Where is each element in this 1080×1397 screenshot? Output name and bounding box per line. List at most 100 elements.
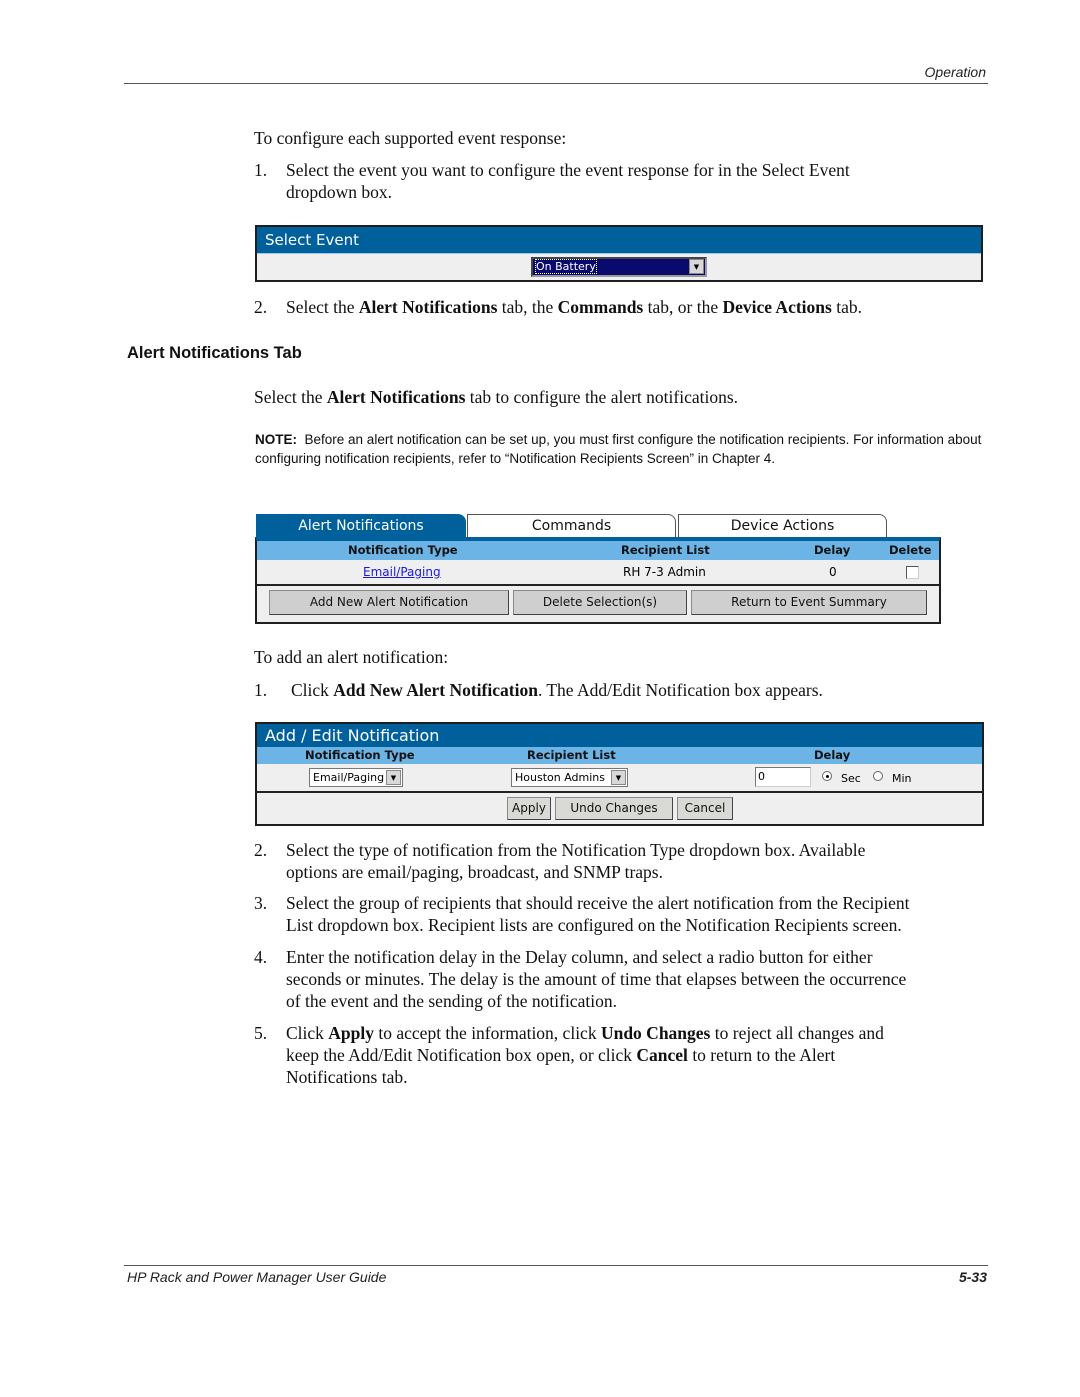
- recipient-list-dropdown[interactable]: Houston Admins ▼: [511, 768, 628, 787]
- step-number: 3.: [254, 893, 268, 913]
- text-run: Select the: [254, 387, 327, 407]
- tab-commands[interactable]: Commands: [467, 514, 676, 538]
- footer-rule: [124, 1265, 988, 1266]
- text-run: to return to the Alert: [687, 1045, 836, 1065]
- section-heading: Alert Notifications Tab: [127, 344, 302, 362]
- footer-guide-title: HP Rack and Power Manager User Guide: [127, 1269, 387, 1285]
- cancel-button[interactable]: Cancel: [677, 797, 733, 820]
- step-text: Click Add New Alert Notification. The Ad…: [291, 679, 823, 701]
- intro-lead: To configure each supported event respon…: [254, 128, 567, 148]
- step-text-line: keep the Add/Edit Notification box open,…: [286, 1044, 835, 1066]
- table-header: Notification Type Recipient List Delay D…: [257, 541, 939, 560]
- column-header: Delay: [814, 543, 851, 557]
- bold-run: Apply: [328, 1023, 375, 1043]
- bold-run: Undo Changes: [600, 1023, 711, 1043]
- footer-page-number: 5-33: [958, 1269, 987, 1285]
- step-text-line: Enter the notification delay in the Dela…: [286, 947, 873, 967]
- add-step-2: 2. Select the type of notification from …: [254, 839, 994, 883]
- text-run: tab to configure the alert notifications…: [465, 387, 739, 407]
- column-header: Recipient List: [621, 543, 710, 557]
- return-to-event-summary-button[interactable]: Return to Event Summary: [691, 590, 927, 615]
- select-event-dropdown[interactable]: On Battery ▼: [531, 257, 707, 277]
- select-event-panel: Select Event On Battery ▼: [255, 225, 983, 282]
- text-run: Click: [291, 680, 334, 700]
- step-text-line: seconds or minutes. The delay is the amo…: [286, 969, 907, 989]
- step-text-line: Select the type of notification from the…: [286, 840, 866, 860]
- add-step-3: 3. Select the group of recipients that s…: [254, 892, 994, 936]
- bold-run: Alert Notifications: [326, 387, 466, 407]
- bold-run: Cancel: [636, 1045, 688, 1065]
- step-number: 1.: [254, 160, 268, 180]
- bold-run: Add New Alert Notification: [333, 680, 538, 700]
- text-run: . The Add/Edit Notification box appears.: [537, 680, 823, 700]
- intro-step-2: 2. Select the Alert Notifications tab, t…: [254, 296, 994, 318]
- text-run: Select the: [286, 297, 359, 317]
- step-text-line: Notifications tab.: [286, 1067, 408, 1087]
- min-label: Min: [892, 772, 912, 785]
- bold-run: Device Actions: [722, 297, 832, 317]
- table-header: Notification Type Recipient List Delay: [257, 747, 982, 764]
- column-header: Recipient List: [527, 748, 616, 762]
- delete-checkbox[interactable]: [906, 566, 919, 579]
- dropdown-value: Email/Paging: [313, 771, 385, 784]
- running-header: Operation: [924, 64, 986, 80]
- column-header: Delete: [889, 543, 932, 557]
- sec-radio[interactable]: [822, 771, 832, 781]
- min-radio[interactable]: [873, 771, 883, 781]
- note-text: Before an alert notification can be set …: [255, 432, 982, 466]
- dropdown-value: On Battery: [535, 259, 597, 274]
- add-step-4: 4. Enter the notification delay in the D…: [254, 946, 994, 1012]
- sec-label: Sec: [841, 772, 861, 785]
- step-text-line: Select the group of recipients that shou…: [286, 893, 910, 913]
- intro-step-1: 1. Select the event you want to configur…: [254, 159, 994, 203]
- column-header: Notification Type: [348, 543, 458, 557]
- column-header: Delay: [814, 748, 851, 762]
- section-intro: Select the Alert Notifications tab to co…: [254, 386, 738, 408]
- button-row: Add New Alert Notification Delete Select…: [257, 586, 939, 622]
- step-text-line: options are email/paging, broadcast, and…: [286, 862, 663, 882]
- text-run: to accept the information, click: [374, 1023, 601, 1043]
- bold-run: Commands: [557, 297, 644, 317]
- note-block: NOTE: Before an alert notification can b…: [255, 431, 990, 468]
- text-run: Click: [286, 1023, 329, 1043]
- alert-notifications-panel: Notification Type Recipient List Delay D…: [255, 537, 941, 624]
- note-label: NOTE:: [255, 432, 297, 447]
- text-run: tab, or the: [643, 297, 723, 317]
- edit-row: Email/Paging ▼ Houston Admins ▼ 0 Sec Mi…: [257, 764, 982, 793]
- delay-input[interactable]: 0: [755, 767, 811, 787]
- column-header: Notification Type: [305, 748, 415, 762]
- table-row: Email/Paging RH 7-3 Admin 0: [257, 560, 939, 586]
- step-text-line: dropdown box.: [286, 182, 392, 202]
- step-text: Select the Alert Notifications tab, the …: [286, 296, 862, 318]
- step-text-line: Click Apply to accept the information, c…: [286, 1022, 884, 1044]
- panel-title: Add / Edit Notification: [257, 724, 982, 747]
- dropdown-value: Houston Admins: [515, 771, 606, 784]
- chevron-down-icon[interactable]: ▼: [611, 770, 626, 785]
- add-edit-notification-panel: Add / Edit Notification Notification Typ…: [255, 722, 984, 826]
- add-lead: To add an alert notification:: [254, 647, 449, 667]
- add-step-1: 1. Click Add New Alert Notification. The…: [254, 679, 994, 701]
- tab-alert-notifications[interactable]: Alert Notifications: [256, 514, 466, 538]
- text-run: to reject all changes and: [710, 1023, 884, 1043]
- step-text-line: Select the event you want to configure t…: [286, 160, 850, 180]
- button-row: Apply Undo Changes Cancel: [257, 793, 982, 824]
- text-run: tab.: [831, 297, 862, 317]
- add-step-5: 5. Click Apply to accept the information…: [254, 1022, 994, 1088]
- step-number: 2.: [254, 840, 268, 860]
- notification-type-dropdown[interactable]: Email/Paging ▼: [309, 768, 403, 787]
- delete-selections-button[interactable]: Delete Selection(s): [513, 590, 687, 615]
- notification-type-link[interactable]: Email/Paging: [363, 565, 441, 579]
- step-text-line: of the event and the sending of the noti…: [286, 991, 617, 1011]
- add-new-alert-notification-button[interactable]: Add New Alert Notification: [269, 590, 509, 615]
- undo-changes-button[interactable]: Undo Changes: [555, 797, 673, 820]
- step-text-line: List dropdown box. Recipient lists are c…: [286, 915, 902, 935]
- text-run: tab, the: [497, 297, 558, 317]
- chevron-down-icon[interactable]: ▼: [689, 259, 704, 274]
- tab-device-actions[interactable]: Device Actions: [678, 514, 887, 538]
- chevron-down-icon[interactable]: ▼: [386, 770, 401, 785]
- step-number: 2.: [254, 297, 268, 317]
- panel-title: Select Event: [257, 227, 981, 254]
- step-number: 4.: [254, 947, 268, 967]
- apply-button[interactable]: Apply: [507, 797, 551, 820]
- step-number: 5.: [254, 1023, 268, 1043]
